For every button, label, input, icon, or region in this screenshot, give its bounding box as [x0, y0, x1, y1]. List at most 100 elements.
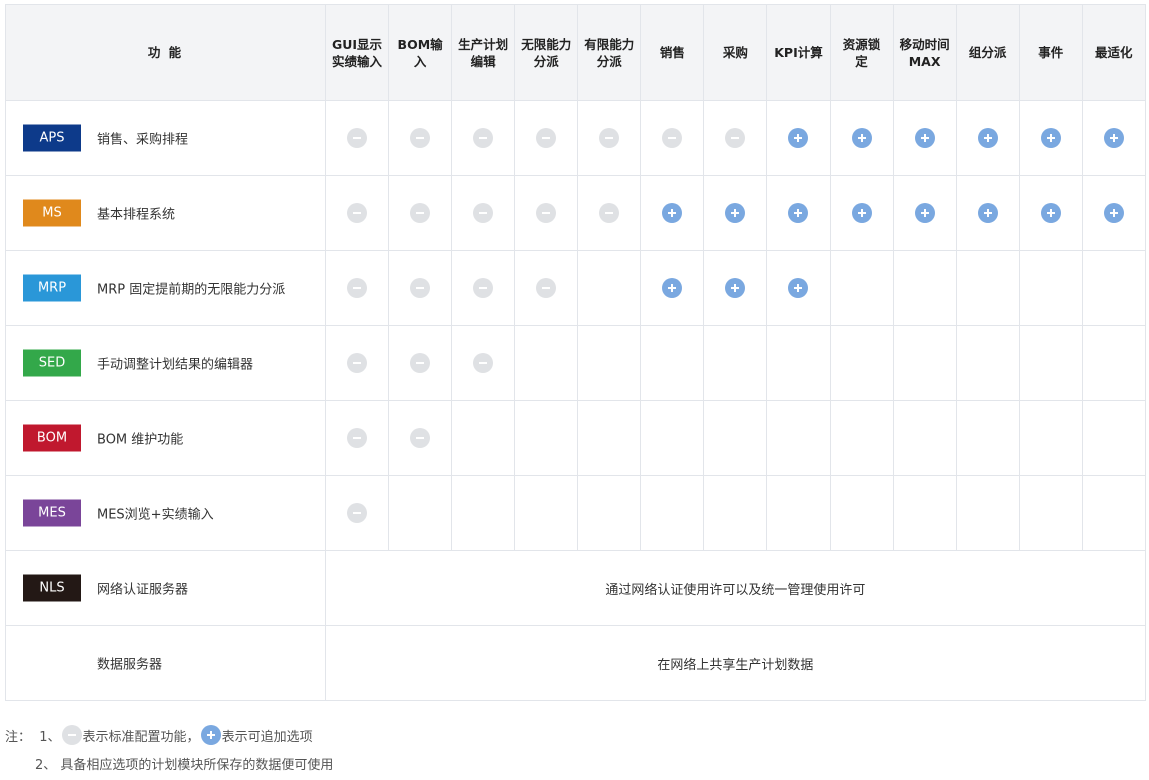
- feature-description: 基本排程系统: [97, 207, 176, 223]
- plus-circle-icon: [788, 128, 809, 149]
- feature-availability-cell: [640, 175, 705, 251]
- feature-availability-cell: [766, 175, 831, 251]
- feature-availability-cell: [324, 100, 390, 176]
- plus-circle-icon: [200, 725, 221, 745]
- header-row: 功 能 GUI显示实绩输入 BOM输入 生产计划编辑 无限能力分派 有限能力分派…: [5, 4, 1146, 101]
- minus-circle-icon: [347, 203, 368, 224]
- feature-availability-cell: [766, 400, 831, 476]
- minus-circle-icon: [410, 203, 431, 224]
- feature-availability-cell: [640, 400, 705, 476]
- feature-availability-cell: [892, 175, 957, 251]
- minus-circle-icon: [410, 278, 431, 299]
- feature-availability-cell: [766, 250, 831, 326]
- feature-availability-cell: [955, 400, 1020, 476]
- minus-circle-icon: [536, 278, 557, 299]
- note-2-text: 2、 具备相应选项的计划模块所保存的数据便可使用: [35, 757, 334, 773]
- feature-availability-cell: [577, 325, 642, 401]
- matrix-body: APS 销售、采购排程 MS 基本排程系统 MRP MRP 固定提前期的无限能力分派 SED…: [5, 100, 1146, 701]
- module-badge: NLS: [23, 574, 81, 602]
- feature-availability-cell: [829, 250, 894, 326]
- column-header: GUI显示实绩输入: [324, 4, 390, 101]
- feature-availability-cell: [388, 325, 453, 401]
- feature-cell: NLS 网络认证服务器: [5, 550, 326, 626]
- feature-matrix-table: 功 能 GUI显示实绩输入 BOM输入 生产计划编辑 无限能力分派 有限能力分派…: [5, 4, 1146, 701]
- feature-availability-cell: [892, 475, 957, 551]
- column-header: 最适化: [1081, 4, 1146, 101]
- feature-availability-cell: [514, 100, 579, 176]
- feature-availability-cell: [766, 100, 831, 176]
- minus-circle-icon: [473, 128, 494, 149]
- feature-availability-cell: [892, 250, 957, 326]
- plus-circle-icon: [914, 203, 935, 224]
- feature-availability-cell: [1018, 175, 1083, 251]
- column-header: 资源锁定: [829, 4, 894, 101]
- feature-availability-cell: [955, 475, 1020, 551]
- feature-availability-cell: [514, 250, 579, 326]
- plus-circle-icon: [725, 278, 746, 299]
- column-header: 生产计划编辑: [451, 4, 516, 101]
- feature-availability-cell: [324, 175, 390, 251]
- table-row: SED 手动调整计划结果的编辑器: [5, 325, 1146, 401]
- table-row: BOM BOM 维护功能: [5, 400, 1146, 476]
- feature-availability-cell: [388, 475, 453, 551]
- feature-availability-cell: [577, 175, 642, 251]
- note-opt-text: 表示可追加选项: [221, 729, 313, 745]
- feature-availability-cell: [1081, 250, 1146, 326]
- note-std-text: 表示标准配置功能，: [82, 729, 200, 745]
- feature-availability-cell: [451, 325, 516, 401]
- plus-circle-icon: [1040, 203, 1061, 224]
- feature-availability-cell: [640, 325, 705, 401]
- function-column-header: 功 能: [5, 4, 326, 101]
- table-row: MES MES浏览+实绩输入: [5, 475, 1146, 551]
- feature-availability-cell: [1081, 100, 1146, 176]
- feature-availability-cell: [1018, 325, 1083, 401]
- column-header: 移动时间MAX: [892, 4, 957, 101]
- feature-availability-cell: [955, 325, 1020, 401]
- feature-availability-cell: [577, 400, 642, 476]
- feature-cell: SED 手动调整计划结果的编辑器: [5, 325, 326, 401]
- minus-circle-icon: [61, 725, 82, 745]
- feature-availability-cell: [703, 400, 768, 476]
- minus-circle-icon: [347, 428, 368, 449]
- feature-availability-cell: [324, 475, 390, 551]
- feature-availability-cell: [955, 100, 1020, 176]
- feature-availability-cell: [324, 250, 390, 326]
- plus-circle-icon: [914, 128, 935, 149]
- plus-circle-icon: [1040, 128, 1061, 149]
- plus-circle-icon: [977, 128, 998, 149]
- feature-availability-cell: [955, 250, 1020, 326]
- plus-circle-icon: [662, 203, 683, 224]
- table-row: APS 销售、采购排程: [5, 100, 1146, 176]
- feature-availability-cell: [703, 175, 768, 251]
- feature-description: 销售、采购排程: [97, 132, 189, 148]
- feature-availability-cell: [703, 325, 768, 401]
- feature-availability-cell: [829, 100, 894, 176]
- feature-availability-cell: [829, 400, 894, 476]
- column-header: 销售: [640, 4, 705, 101]
- feature-availability-cell: [892, 100, 957, 176]
- module-badge: MES: [23, 499, 81, 527]
- feature-availability-cell: [451, 100, 516, 176]
- column-header: 无限能力分派: [514, 4, 579, 101]
- minus-circle-icon: [473, 203, 494, 224]
- table-row: MRP MRP 固定提前期的无限能力分派: [5, 250, 1146, 326]
- feature-availability-cell: [703, 100, 768, 176]
- feature-availability-cell: [703, 250, 768, 326]
- column-header: 有限能力分派: [577, 4, 642, 101]
- feature-cell: BOM BOM 维护功能: [5, 400, 326, 476]
- minus-circle-icon: [599, 128, 620, 149]
- feature-availability-cell: [829, 325, 894, 401]
- feature-availability-cell: [388, 250, 453, 326]
- minus-circle-icon: [473, 278, 494, 299]
- plus-circle-icon: [1103, 128, 1124, 149]
- feature-availability-cell: [829, 175, 894, 251]
- table-row: NLS 网络认证服务器 通过网络认证使用许可以及统一管理使用许可: [5, 550, 1146, 626]
- feature-description: 手动调整计划结果的编辑器: [97, 357, 254, 373]
- minus-circle-icon: [599, 203, 620, 224]
- minus-circle-icon: [410, 353, 431, 374]
- table-row: MS 基本排程系统: [5, 175, 1146, 251]
- plus-circle-icon: [788, 203, 809, 224]
- feature-availability-cell: [514, 400, 579, 476]
- module-badge: SED: [23, 349, 81, 377]
- feature-description: 数据服务器: [97, 657, 163, 673]
